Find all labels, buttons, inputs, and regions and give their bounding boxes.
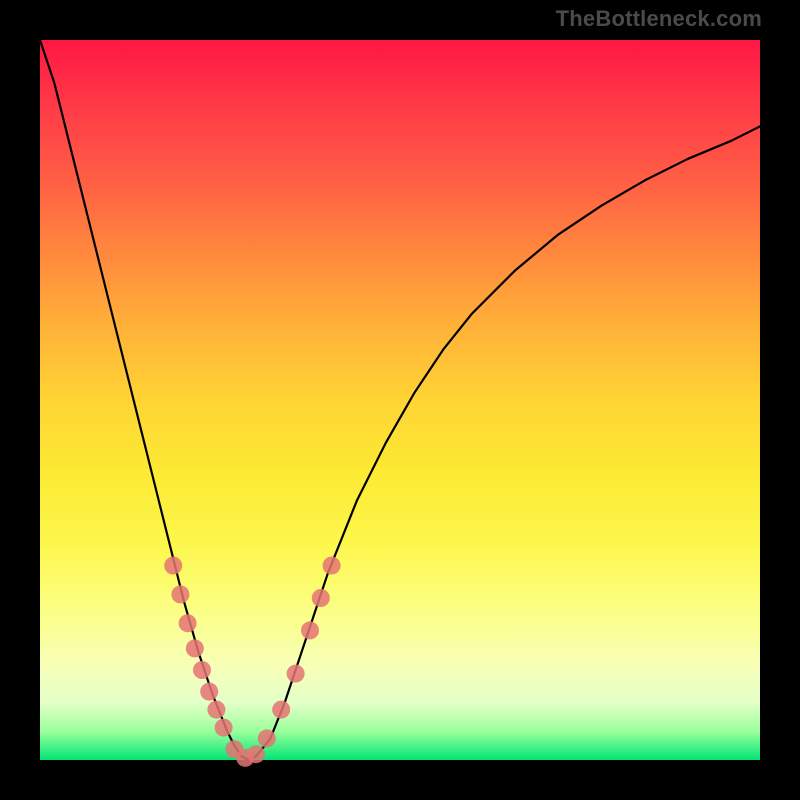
watermark-text: TheBottleneck.com (556, 6, 762, 32)
marker-point (323, 557, 341, 575)
marker-point (164, 557, 182, 575)
marker-point (301, 621, 319, 639)
bottleneck-curve (40, 40, 760, 760)
marker-point (247, 745, 265, 763)
marker-point (312, 589, 330, 607)
marker-point (215, 719, 233, 737)
marker-point (272, 701, 290, 719)
marker-point (200, 683, 218, 701)
marker-point (186, 639, 204, 657)
marker-point (258, 729, 276, 747)
chart-plot (40, 40, 760, 760)
marker-point (193, 661, 211, 679)
marker-point (207, 701, 225, 719)
marker-point (171, 585, 189, 603)
marker-point (179, 614, 197, 632)
marker-point (287, 665, 305, 683)
